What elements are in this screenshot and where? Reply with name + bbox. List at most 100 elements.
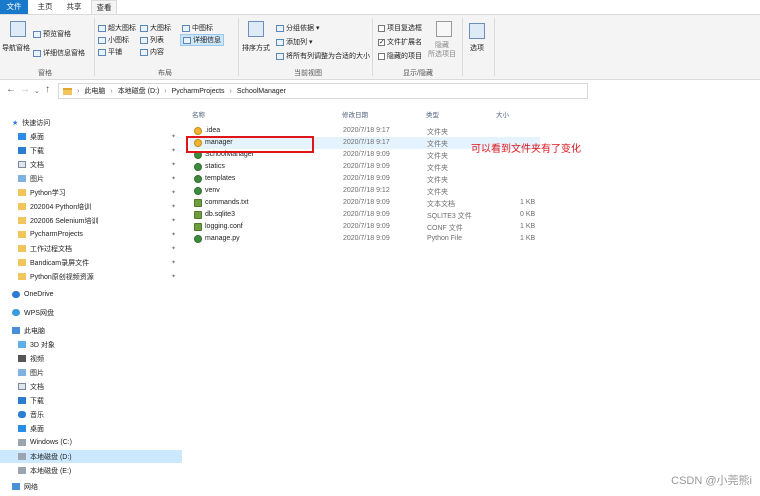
recent-dropdown-icon[interactable]: ⌄ (34, 87, 40, 95)
hidden-items-toggle[interactable]: 隐藏的项目 (378, 51, 422, 61)
nav-item-selenium-training[interactable]: 202006 Selenium培训 ✦ (0, 214, 182, 227)
breadcrumb-schoolmanager[interactable]: SchoolManager (237, 88, 286, 95)
forward-arrow-icon[interactable]: → (20, 84, 30, 95)
layout-medium-label: 中图标 (192, 25, 213, 32)
nav-item-documents[interactable]: 文档 ✦ (0, 158, 182, 171)
nav-item-bandicam[interactable]: Bandicam录屏文件 ✦ (0, 256, 182, 269)
add-columns-icon (276, 38, 284, 46)
table-row[interactable]: statics 2020/7/18 9:09 文件夹 (190, 161, 540, 173)
nav-item-label: Bandicam录屏文件 (30, 259, 90, 267)
breadcrumb-pycharmprojects[interactable]: PycharmProjects (172, 88, 225, 95)
layout-tiles[interactable]: 平铺 (98, 47, 122, 57)
preview-pane-label: 预览窗格 (43, 31, 71, 38)
navigation-pane-button[interactable]: 导航窗格 (2, 43, 30, 53)
address-bar[interactable]: › 此电脑 › 本地磁盘 (D:) › PycharmProjects › Sc… (58, 83, 588, 99)
breadcrumb-this-pc[interactable]: 此电脑 (84, 86, 105, 96)
group-by-button[interactable]: 分组依据 ▾ (276, 23, 320, 33)
nav-network[interactable]: 网络 (0, 480, 182, 493)
nav-pc-videos[interactable]: 视频 (0, 352, 182, 365)
table-row[interactable]: templates 2020/7/18 9:09 文件夹 (190, 173, 540, 185)
tab-home[interactable]: 主页 (34, 0, 56, 14)
nav-item-desktop[interactable]: 桌面 ✦ (0, 130, 182, 143)
nav-item-label: 本地磁盘 (E:) (30, 467, 72, 475)
column-size-header[interactable]: 大小 (496, 109, 509, 119)
navigation-pane-label: 导航窗格 (2, 45, 30, 52)
nav-pc-drive-c[interactable]: Windows (C:) (0, 436, 182, 449)
file-date: 2020/7/18 9:09 (343, 163, 390, 170)
up-arrow-icon[interactable]: ↑ (45, 84, 50, 95)
nav-item-label: Python学习 (30, 189, 66, 197)
nav-item-python-training[interactable]: 202004 Python培训 ✦ (0, 200, 182, 213)
checkbox-unchecked (378, 52, 385, 60)
hide-selected-button[interactable]: 隐藏 所选项目 (428, 41, 456, 59)
nav-item-label: 下载 (30, 397, 44, 405)
table-row[interactable]: commands.txt 2020/7/18 9:09 文本文档 1 KB (190, 197, 540, 209)
back-arrow-icon[interactable]: ← (6, 84, 16, 95)
file-size: 1 KB (520, 223, 536, 230)
breadcrumb-drive-d[interactable]: 本地磁盘 (D:) (118, 86, 160, 96)
column-modified-header[interactable]: 修改日期 (342, 109, 368, 119)
nav-item-pycharmprojects[interactable]: PycharmProjects ✦ (0, 228, 182, 241)
layout-large-icons[interactable]: 大图标 (140, 23, 171, 33)
nav-pc-documents[interactable]: 文档 (0, 380, 182, 393)
tab-file[interactable]: 文件 (0, 0, 28, 14)
chevron-right-icon: › (229, 87, 232, 95)
nav-item-python-study[interactable]: Python学习 ✦ (0, 186, 182, 199)
nav-item-pictures[interactable]: 图片 ✦ (0, 172, 182, 185)
ribbon: 导航窗格 预览窗格 详细信息窗格 窗格 超大图标 大图标 中图标 小图标 列表 … (0, 14, 760, 80)
nav-pc-desktop[interactable]: 桌面 (0, 422, 182, 435)
nav-pc-downloads[interactable]: 下载 (0, 394, 182, 407)
nav-onedrive[interactable]: OneDrive (0, 288, 182, 301)
file-type: 文件夹 (427, 189, 448, 196)
nav-item-python-video[interactable]: Python原创视频资源 ✦ (0, 270, 182, 283)
details-pane-icon (33, 49, 41, 57)
column-type-header[interactable]: 类型 (426, 109, 439, 119)
nav-this-pc[interactable]: 此电脑 (0, 324, 182, 337)
table-row[interactable]: manage.py 2020/7/18 9:09 Python File 1 K… (190, 233, 540, 245)
file-extensions-toggle[interactable]: ✓ 文件扩展名 (378, 37, 422, 47)
layout-content[interactable]: 内容 (140, 47, 164, 57)
options-button[interactable]: 选项 (470, 43, 484, 53)
nav-item-label: 图片 (30, 369, 44, 377)
layout-extra-large-icons[interactable]: 超大图标 (98, 23, 136, 33)
size-all-columns-button[interactable]: 将所有列调整为合适的大小 (276, 51, 370, 61)
folder-icon (194, 163, 202, 171)
group-divider (372, 18, 373, 76)
nav-wps[interactable]: WPS网盘 (0, 306, 182, 319)
nav-item-downloads[interactable]: 下载 ✦ (0, 144, 182, 157)
column-name-header[interactable]: 名称 (192, 109, 205, 119)
layout-medium-icons[interactable]: 中图标 (182, 23, 213, 33)
video-icon (18, 355, 26, 362)
preview-pane-button[interactable]: 预览窗格 (33, 29, 71, 39)
config-file-icon (194, 223, 202, 231)
item-checkboxes-label: 项目复选框 (387, 25, 422, 32)
folder-icon (194, 175, 202, 183)
nav-pc-pictures[interactable]: 图片 (0, 366, 182, 379)
tab-share[interactable]: 共享 (63, 0, 85, 14)
nav-item-work-docs[interactable]: 工作过程文档 ✦ (0, 242, 182, 255)
tab-view[interactable]: 查看 (91, 0, 117, 14)
nav-pc-3d-objects[interactable]: 3D 对象 (0, 338, 182, 351)
details-pane-button[interactable]: 详细信息窗格 (33, 48, 85, 58)
checkbox-checked: ✓ (378, 38, 385, 46)
nav-pc-drive-e[interactable]: 本地磁盘 (E:) (0, 464, 182, 477)
nav-item-label: 下载 (30, 147, 44, 155)
nav-item-label: 文档 (30, 161, 44, 169)
item-checkboxes-toggle[interactable]: 项目复选框 (378, 23, 422, 33)
add-columns-button[interactable]: 添加列 ▾ (276, 37, 313, 47)
layout-list[interactable]: 列表 (140, 35, 164, 45)
table-row[interactable]: venv 2020/7/18 9:12 文件夹 (190, 185, 540, 197)
chevron-right-icon: › (110, 87, 113, 95)
nav-pc-music[interactable]: 音乐 (0, 408, 182, 421)
table-row[interactable]: logging.conf 2020/7/18 9:09 CONF 文件 1 KB (190, 221, 540, 233)
folder-icon (18, 259, 26, 266)
file-type: Python File (427, 235, 463, 242)
layout-details[interactable]: 详细信息 (180, 34, 224, 46)
navigation-bar: ← → ⌄ ↑ › 此电脑 › 本地磁盘 (D:) › PycharmProje… (0, 81, 760, 101)
layout-small-icons[interactable]: 小图标 (98, 35, 129, 45)
nav-pc-drive-d[interactable]: 本地磁盘 (D:) (0, 450, 182, 463)
nav-network-label: 网络 (24, 483, 38, 491)
nav-quick-access[interactable]: ★ 快速访问 (0, 116, 182, 129)
table-row[interactable]: db.sqlite3 2020/7/18 9:09 SQLITE3 文件 0 K… (190, 209, 540, 221)
sort-by-button[interactable]: 排序方式 (242, 43, 270, 53)
